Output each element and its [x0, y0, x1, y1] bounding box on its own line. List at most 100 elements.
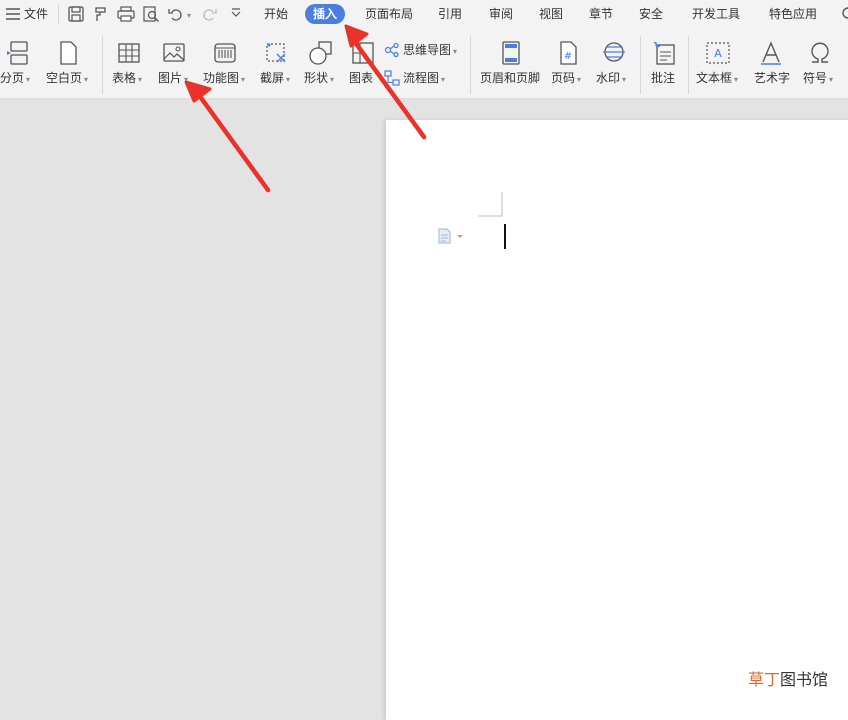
picture-icon: [161, 40, 187, 66]
table-label: 表格: [112, 71, 137, 85]
tab-security[interactable]: 安全: [639, 6, 663, 22]
screenshot-label: 截屏: [260, 71, 285, 85]
tab-page-layout[interactable]: 页面布局: [365, 6, 413, 22]
redo-icon[interactable]: [199, 4, 219, 24]
blank-page-button[interactable]: 空白页 ▾: [44, 28, 94, 98]
tab-developer[interactable]: 开发工具: [692, 6, 740, 22]
wordart-label: 艺术字: [754, 71, 791, 85]
picture-button[interactable]: 图片 ▾: [156, 28, 196, 98]
tab-references[interactable]: 引用: [438, 6, 462, 22]
page-break-icon: [6, 40, 32, 66]
search-icon[interactable]: [838, 4, 848, 24]
print-preview-icon[interactable]: [141, 4, 161, 24]
symbol-dropdown-icon: ▾: [829, 75, 834, 84]
undo-icon[interactable]: [166, 4, 186, 24]
format-painter-icon[interactable]: [91, 4, 111, 24]
mind-map-dropdown-icon: ▾: [453, 47, 458, 56]
function-chart-label: 功能图: [203, 71, 240, 85]
margin-corner-mark: [478, 192, 503, 217]
flowchart-button[interactable]: 流程图 ▾: [403, 70, 445, 88]
svg-text:A: A: [714, 47, 722, 60]
document-page[interactable]: [386, 120, 848, 720]
watermark-button[interactable]: 水印 ▾: [594, 28, 634, 98]
menu-separator: [58, 4, 59, 24]
ribbon-separator: [640, 36, 641, 94]
shape-dropdown-icon: ▾: [330, 75, 335, 84]
table-dropdown-icon: ▾: [138, 75, 143, 84]
text-cursor: [504, 224, 506, 249]
tab-home[interactable]: 开始: [264, 6, 288, 22]
blank-page-icon: [55, 40, 81, 66]
mind-map-button[interactable]: 思维导图 ▾: [403, 42, 457, 60]
function-chart-button[interactable]: 功能图 ▾: [202, 28, 250, 98]
page-number-icon: #: [555, 40, 581, 66]
file-menu[interactable]: 文件: [24, 6, 48, 22]
symbol-label: 符号: [803, 71, 828, 85]
screenshot-dropdown-icon: ▾: [286, 75, 291, 84]
tab-special-apps[interactable]: 特色应用: [769, 6, 817, 22]
comment-button[interactable]: 批注: [648, 28, 682, 98]
flowchart-dropdown-icon: ▾: [441, 75, 446, 84]
screenshot-button[interactable]: 截屏 ▾: [258, 28, 296, 98]
picture-label: 图片: [158, 71, 183, 85]
blank-page-dropdown-icon: ▾: [84, 75, 89, 84]
ribbon-separator: [102, 36, 103, 94]
shape-button[interactable]: 形状 ▾: [302, 28, 340, 98]
tab-section[interactable]: 章节: [589, 6, 613, 22]
header-footer-button[interactable]: 页眉和页脚: [478, 28, 546, 98]
svg-text:#: #: [564, 51, 572, 62]
paragraph-layout-icon[interactable]: [438, 228, 466, 244]
header-footer-label: 页眉和页脚: [480, 71, 541, 85]
page-break-dropdown-icon: ▾: [26, 75, 31, 84]
table-icon: [116, 40, 142, 66]
site-watermark: 草丁图书馆: [748, 666, 828, 690]
customize-toolbar-icon[interactable]: [226, 4, 246, 24]
mind-map-icon[interactable]: [384, 42, 400, 58]
watermark-dropdown-icon: ▾: [622, 75, 627, 84]
flowchart-label: 流程图: [403, 71, 440, 85]
ribbon-separator: [688, 36, 689, 94]
shape-label: 形状: [304, 71, 329, 85]
picture-dropdown-icon: ▾: [184, 75, 189, 84]
shape-icon: [308, 40, 334, 66]
page-break-button[interactable]: 分页 ▾: [0, 28, 38, 98]
insert-ribbon: 分页 ▾ 空白页 ▾ 表格 ▾ 图片 ▾ 功能图 ▾ 截屏 ▾ 形状 ▾ 图表 …: [0, 28, 848, 99]
header-footer-icon: [498, 40, 524, 66]
wordart-button[interactable]: 艺术字: [752, 28, 794, 98]
page-number-button[interactable]: # 页码 ▾: [550, 28, 590, 98]
omega-symbol-icon: [807, 40, 833, 66]
print-icon[interactable]: [116, 4, 136, 24]
tab-insert[interactable]: 插入: [305, 4, 346, 24]
function-chart-dropdown-icon: ▾: [241, 75, 246, 84]
save-icon[interactable]: [66, 4, 86, 24]
comment-icon: [652, 40, 678, 66]
page-break-label: 分页: [0, 71, 25, 85]
tab-view[interactable]: 视图: [539, 6, 563, 22]
chart-label: 图表: [349, 71, 374, 85]
chart-icon: [350, 40, 376, 66]
chart-button[interactable]: 图表: [346, 28, 380, 98]
comment-label: 批注: [651, 71, 676, 85]
textbox-button[interactable]: A 文本框 ▾: [694, 28, 744, 98]
watermark-text-dark: 图书馆: [780, 670, 829, 689]
watermark-text-orange: 草丁: [748, 670, 781, 689]
tab-review[interactable]: 审阅: [489, 6, 513, 22]
menu-bar: 文件 ▾ 开始 插入 页面布局 引用 审阅 视图 章节 安全 开发工具 特色应用: [0, 0, 848, 28]
hamburger-menu-icon[interactable]: [4, 4, 24, 24]
symbol-button[interactable]: 符号 ▾: [802, 28, 846, 98]
wordart-icon: [758, 40, 784, 66]
textbox-icon: A: [705, 40, 731, 66]
mind-map-label: 思维导图: [403, 43, 452, 57]
flowchart-icon[interactable]: [384, 70, 400, 86]
undo-dropdown-icon[interactable]: ▾: [187, 8, 191, 24]
table-button[interactable]: 表格 ▾: [110, 28, 150, 98]
textbox-label: 文本框: [696, 71, 733, 85]
watermark-icon: [601, 40, 627, 66]
document-workspace: [0, 99, 848, 720]
screenshot-icon: [263, 40, 289, 66]
function-chart-icon: [212, 40, 238, 66]
page-number-label: 页码: [551, 71, 576, 85]
textbox-dropdown-icon: ▾: [734, 75, 739, 84]
watermark-label: 水印: [596, 71, 621, 85]
blank-page-label: 空白页: [46, 71, 83, 85]
